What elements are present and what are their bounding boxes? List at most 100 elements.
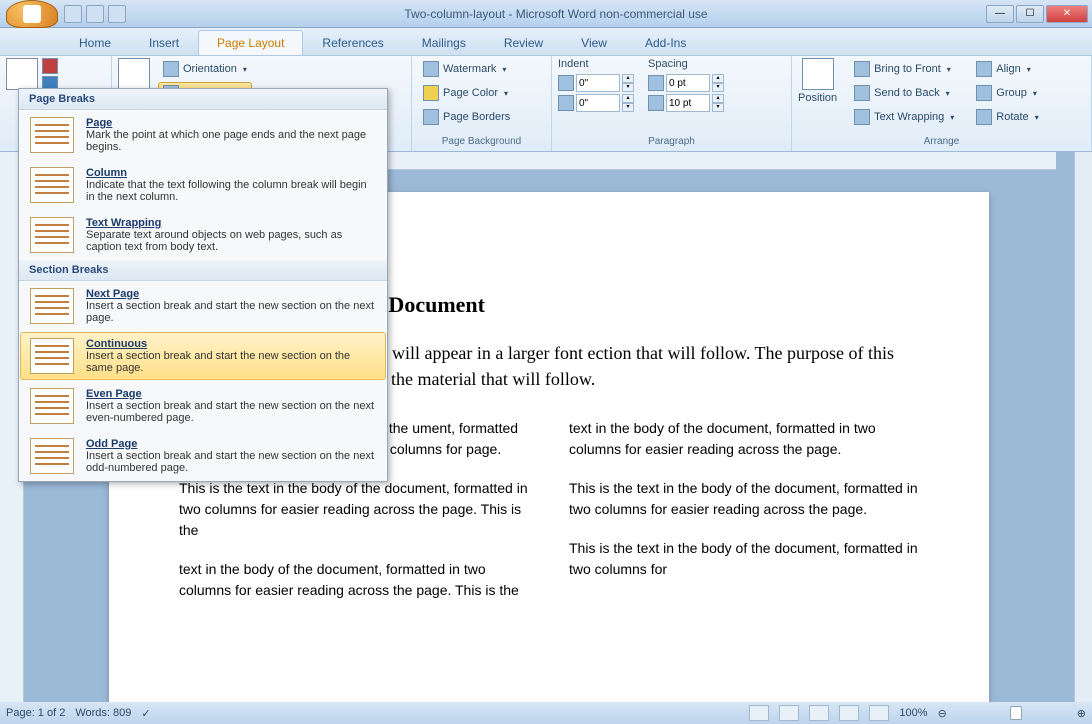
group-icon <box>976 85 992 101</box>
tab-view[interactable]: View <box>562 30 626 55</box>
text-wrapping-button[interactable]: Text Wrapping▾ <box>849 106 959 128</box>
tab-page-layout[interactable]: Page Layout <box>198 30 303 55</box>
tab-home[interactable]: Home <box>60 30 130 55</box>
arrange-group-label: Arrange <box>798 134 1085 149</box>
spin-up-icon[interactable]: ▴ <box>712 94 724 103</box>
spin-down-icon[interactable]: ▾ <box>622 103 634 112</box>
indent-left-field[interactable] <box>576 74 620 92</box>
spin-up-icon[interactable]: ▴ <box>622 74 634 83</box>
align-icon <box>976 61 992 77</box>
theme-colors-icon[interactable] <box>42 58 58 74</box>
page-background-group-label: Page Background <box>418 134 545 149</box>
zoom-slider[interactable] <box>957 711 1067 715</box>
send-back-label: Send to Back <box>874 87 939 99</box>
page-color-label: Page Color <box>443 87 498 99</box>
position-label: Position <box>798 92 837 104</box>
group-button[interactable]: Group▾ <box>971 82 1043 104</box>
bring-to-front-button[interactable]: Bring to Front▾ <box>849 58 959 80</box>
page-break-icon <box>30 117 74 153</box>
minimize-button[interactable]: — <box>986 5 1014 23</box>
quick-access-toolbar <box>64 5 126 23</box>
tab-mailings[interactable]: Mailings <box>403 30 485 55</box>
spin-up-icon[interactable]: ▴ <box>622 94 634 103</box>
spacing-before-field[interactable] <box>666 74 710 92</box>
indent-left-icon <box>558 75 574 91</box>
view-outline-button[interactable] <box>839 705 859 721</box>
bring-front-label: Bring to Front <box>874 63 941 75</box>
office-button[interactable] <box>6 0 58 28</box>
zoom-in-button[interactable]: ⊕ <box>1077 707 1086 720</box>
body-paragraph: This is the text in the body of the docu… <box>179 478 529 541</box>
tab-addins[interactable]: Add-Ins <box>626 30 705 55</box>
spin-down-icon[interactable]: ▾ <box>712 103 724 112</box>
column-break-title: Column <box>86 167 127 179</box>
indent-left-input[interactable]: ▴▾ <box>558 74 634 92</box>
status-page[interactable]: Page: 1 of 2 <box>6 707 65 719</box>
indent-right-input[interactable]: ▴▾ <box>558 94 634 112</box>
body-paragraph: This is the text in the body of the docu… <box>569 538 919 580</box>
menu-item-next-page[interactable]: Next PageInsert a section break and star… <box>19 281 387 331</box>
tab-insert[interactable]: Insert <box>130 30 198 55</box>
next-page-title: Next Page <box>86 288 139 300</box>
spin-down-icon[interactable]: ▾ <box>712 83 724 92</box>
watermark-button[interactable]: Watermark▾ <box>418 58 515 80</box>
align-label: Align <box>996 63 1020 75</box>
statusbar: Page: 1 of 2 Words: 809 ✓ 100% ⊖ ⊕ <box>0 702 1092 724</box>
bring-front-icon <box>854 61 870 77</box>
tab-review[interactable]: Review <box>485 30 562 55</box>
status-words[interactable]: Words: 809 <box>75 707 131 719</box>
vertical-scrollbar[interactable] <box>1074 152 1092 702</box>
dropdown-header-section-breaks: Section Breaks <box>19 260 387 281</box>
page-color-button[interactable]: Page Color▾ <box>418 82 515 104</box>
align-button[interactable]: Align▾ <box>971 58 1043 80</box>
proofing-icon[interactable]: ✓ <box>141 707 150 720</box>
page-break-title: Page <box>86 117 112 129</box>
position-icon[interactable] <box>802 58 834 90</box>
zoom-level[interactable]: 100% <box>899 707 927 719</box>
menu-item-continuous[interactable]: ContinuousInsert a section break and sta… <box>20 332 386 380</box>
rotate-label: Rotate <box>996 111 1028 123</box>
undo-icon[interactable] <box>86 5 104 23</box>
maximize-button[interactable]: ☐ <box>1016 5 1044 23</box>
send-to-back-button[interactable]: Send to Back▾ <box>849 82 959 104</box>
column-break-icon <box>30 167 74 203</box>
text-wrapping-label: Text Wrapping <box>874 111 944 123</box>
body-paragraph: This is the text in the body of the docu… <box>569 478 919 520</box>
page-break-desc: Mark the point at which one page ends an… <box>86 129 366 153</box>
breaks-dropdown: Page Breaks PageMark the point at which … <box>18 88 388 482</box>
themes-icon[interactable] <box>6 58 38 90</box>
spacing-before-input[interactable]: ▴▾ <box>648 74 724 92</box>
orientation-icon <box>163 61 179 77</box>
menu-item-page-break[interactable]: PageMark the point at which one page end… <box>19 110 387 160</box>
redo-icon[interactable] <box>108 5 126 23</box>
save-icon[interactable] <box>64 5 82 23</box>
spacing-after-input[interactable]: ▴▾ <box>648 94 724 112</box>
orientation-label: Orientation <box>183 63 237 75</box>
even-page-title: Even Page <box>86 388 142 400</box>
margins-icon[interactable] <box>118 58 150 90</box>
view-web-layout-button[interactable] <box>809 705 829 721</box>
column-break-desc: Indicate that the text following the col… <box>86 179 367 203</box>
rotate-button[interactable]: Rotate▾ <box>971 106 1043 128</box>
indent-right-field[interactable] <box>576 94 620 112</box>
spin-up-icon[interactable]: ▴ <box>712 74 724 83</box>
dropdown-header-page-breaks: Page Breaks <box>19 89 387 110</box>
tab-references[interactable]: References <box>303 30 402 55</box>
close-button[interactable]: ✕ <box>1046 5 1088 23</box>
orientation-button[interactable]: Orientation▾ <box>158 58 252 80</box>
text-wrapping-icon <box>854 109 870 125</box>
spin-down-icon[interactable]: ▾ <box>622 83 634 92</box>
menu-item-text-wrapping-break[interactable]: Text WrappingSeparate text around object… <box>19 210 387 260</box>
zoom-out-button[interactable]: ⊖ <box>938 707 947 720</box>
menu-item-column-break[interactable]: ColumnIndicate that the text following t… <box>19 160 387 210</box>
view-draft-button[interactable] <box>869 705 889 721</box>
view-full-screen-button[interactable] <box>779 705 799 721</box>
spacing-label: Spacing <box>648 58 724 70</box>
menu-item-odd-page[interactable]: Odd PageInsert a section break and start… <box>19 431 387 481</box>
page-borders-button[interactable]: Page Borders <box>418 106 515 128</box>
spacing-after-field[interactable] <box>666 94 710 112</box>
menu-item-even-page[interactable]: Even PageInsert a section break and star… <box>19 381 387 431</box>
view-print-layout-button[interactable] <box>749 705 769 721</box>
send-back-icon <box>854 85 870 101</box>
odd-page-desc: Insert a section break and start the new… <box>86 450 374 474</box>
